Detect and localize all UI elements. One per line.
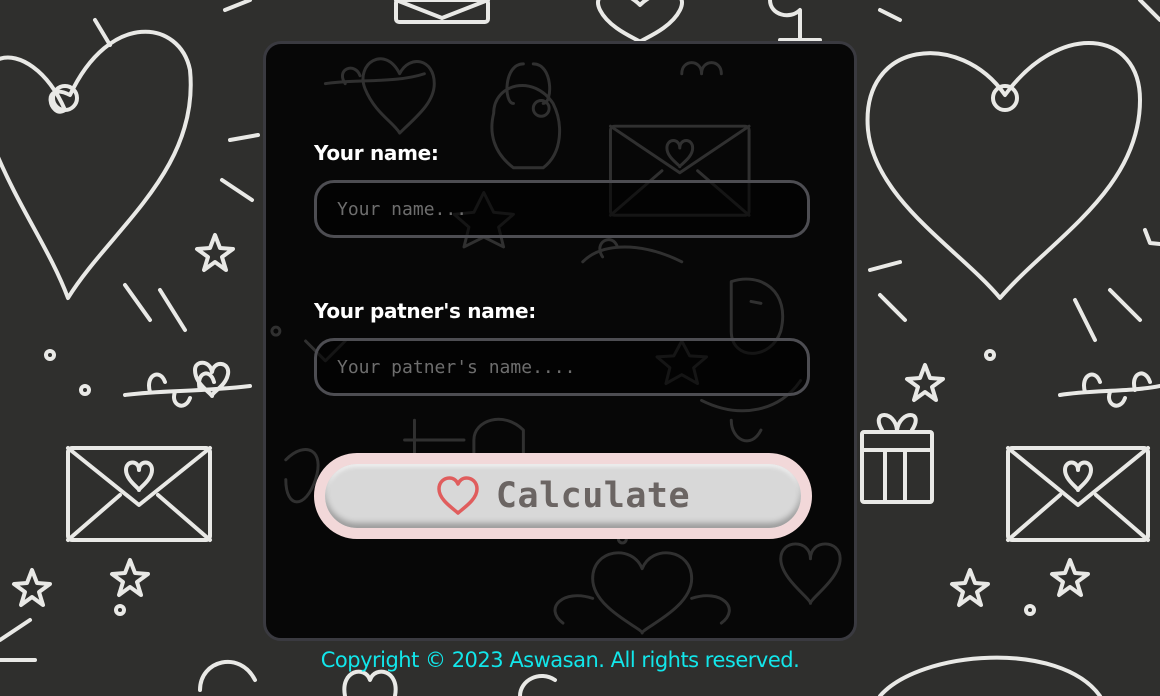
star-doodle-icon [12, 568, 52, 607]
gift-doodle-icon [860, 430, 934, 504]
your-name-input[interactable] [314, 180, 810, 238]
star-doodle-icon [1143, 228, 1160, 246]
star-doodle-icon [905, 363, 945, 402]
love-calculator-card: Your name: Your patner's name: Calculate [263, 41, 857, 641]
calculate-button-label: Calculate [495, 476, 691, 516]
copyright-footer: Copyright © 2023 Aswasan. All rights res… [320, 648, 800, 672]
star-doodle-icon [195, 233, 235, 272]
calculate-button[interactable]: Calculate [314, 453, 812, 539]
partner-name-label: Your patner's name: [314, 299, 536, 323]
envelope-doodle-icon [1006, 446, 1150, 542]
envelope-doodle-icon [66, 446, 212, 542]
your-name-label: Your name: [314, 141, 439, 165]
heart-doodle-icon [865, 41, 1142, 300]
star-doodle-icon [950, 568, 990, 607]
star-doodle-icon [110, 558, 150, 597]
partner-name-input[interactable] [314, 338, 810, 396]
heart-outline-icon [436, 476, 480, 516]
star-doodle-icon [1050, 558, 1090, 597]
heart-doodle-icon [0, 29, 193, 300]
